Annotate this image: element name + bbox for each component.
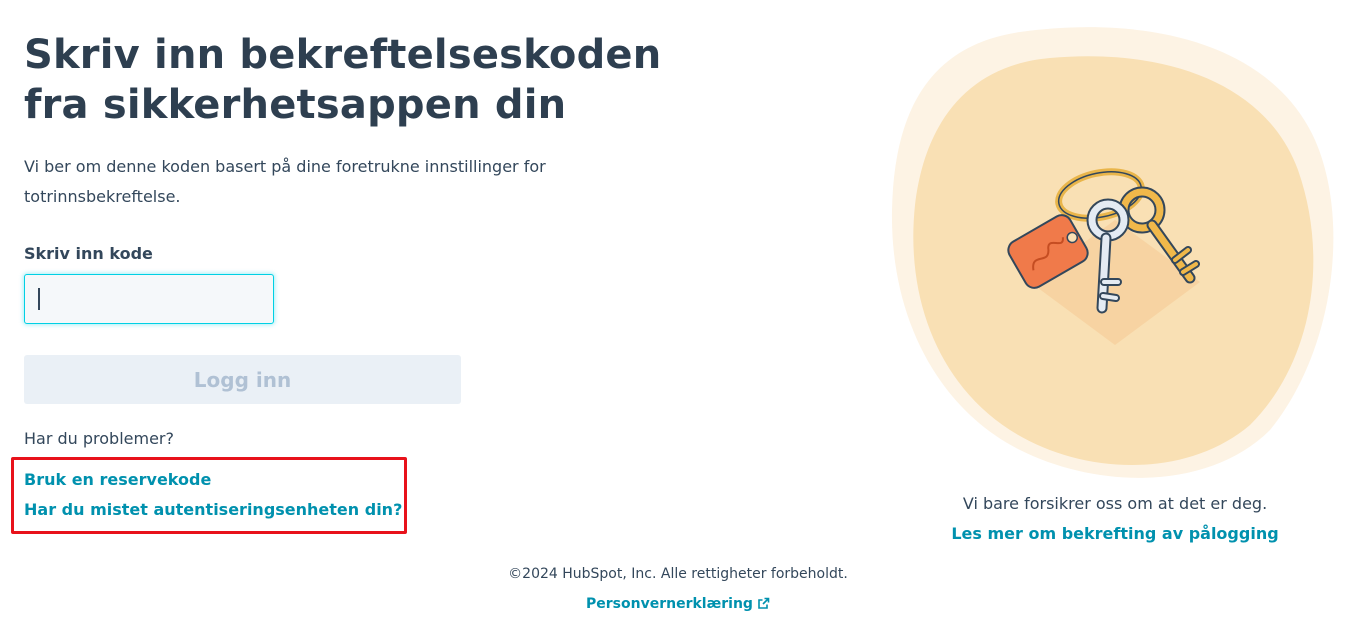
- privacy-link-label: Personvernerklæring: [586, 596, 753, 612]
- login-button[interactable]: Logg inn: [24, 355, 461, 404]
- page-description: Vi ber om denne koden basert på dine for…: [24, 157, 546, 206]
- copyright-text: ©2024 HubSpot, Inc. Alle rettigheter for…: [508, 566, 848, 582]
- page-title: Skriv inn bekreftelseskoden fra sikkerhe…: [24, 32, 662, 128]
- privacy-container: Personvernerklæring: [0, 596, 1356, 612]
- text-cursor: [38, 288, 40, 310]
- learn-more-link[interactable]: Les mer om bekrefting av pålogging: [880, 524, 1350, 543]
- keys-illustration: [891, 27, 1334, 478]
- backup-code-link[interactable]: Bruk en reservekode: [24, 470, 211, 489]
- lost-device-link[interactable]: Har du mistet autentiseringsenheten din?: [24, 500, 402, 519]
- learn-more-container: Les mer om bekrefting av pålogging: [880, 524, 1350, 543]
- code-input[interactable]: [24, 274, 274, 324]
- highlight-box: [11, 457, 407, 534]
- login-panel: Skriv inn bekreftelseskoden fra sikkerhe…: [11, 30, 724, 534]
- code-label: Skriv inn kode: [24, 244, 153, 263]
- external-link-icon: [758, 597, 770, 609]
- privacy-link[interactable]: Personvernerklæring: [586, 596, 770, 612]
- reassure-text: Vi bare forsikrer oss om at det er deg.: [962, 494, 1268, 513]
- problems-text: Har du problemer?: [24, 429, 174, 448]
